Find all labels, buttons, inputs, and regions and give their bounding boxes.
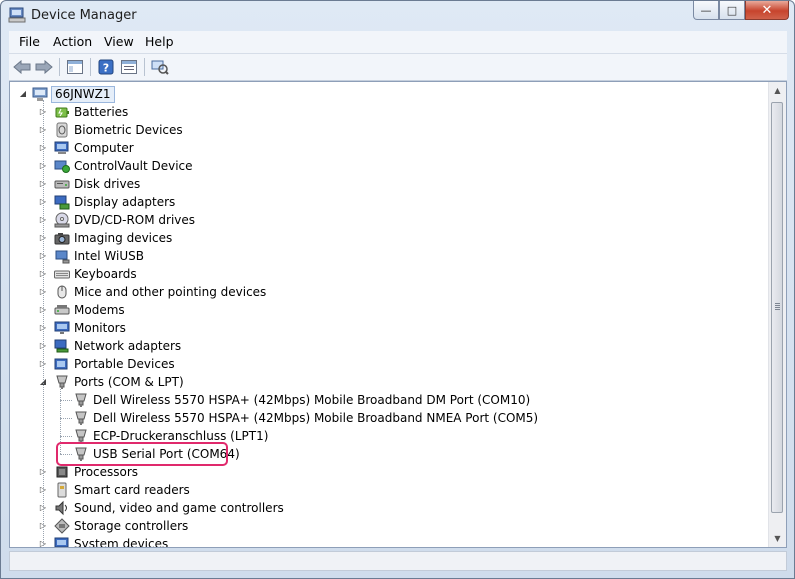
toolbar: ? [9, 54, 787, 81]
tree-category[interactable]: ▷ Display adapters [10, 193, 750, 211]
tree-category[interactable]: ▷ Disk drives [10, 175, 750, 193]
device-tree[interactable]: ◢ 66JNWZ1 ▷ Batteries ▷ Biometric Devices ▷ Com… [9, 81, 787, 548]
tree-category-label: Sound, video and game controllers [74, 501, 284, 515]
port-icon [73, 392, 89, 408]
tree-category-label: Network adapters [74, 339, 182, 353]
tree-category[interactable]: ▷ Computer [10, 139, 750, 157]
imaging-device-icon [54, 230, 70, 246]
tree-device-label: Dell Wireless 5570 HSPA+ (42Mbps) Mobile… [93, 411, 539, 425]
tree-category-label: Disk drives [74, 177, 141, 191]
scan-hardware-icon[interactable] [150, 57, 170, 77]
tree-category-label: Monitors [74, 321, 126, 335]
tree-root[interactable]: ◢ 66JNWZ1 [10, 85, 750, 103]
maximize-button[interactable]: □ [719, 1, 745, 20]
menu-file[interactable]: File [19, 34, 40, 49]
tree-category-label: Biometric Devices [74, 123, 183, 137]
tree-device[interactable]: Dell Wireless 5570 HSPA+ (42Mbps) Mobile… [10, 409, 750, 427]
tree-category-label: DVD/CD-ROM drives [74, 213, 196, 227]
computer-root-icon [32, 86, 48, 102]
tree-device[interactable]: Dell Wireless 5570 HSPA+ (42Mbps) Mobile… [10, 391, 750, 409]
tree-category[interactable]: ▷ Keyboards [10, 265, 750, 283]
processor-icon [54, 464, 70, 480]
port-icon [54, 374, 70, 390]
tree-category[interactable]: ▷ Intel WiUSB [10, 247, 750, 265]
tree-category[interactable]: ▷ Smart card readers [10, 481, 750, 499]
tree-category-label: ControlVault Device [74, 159, 193, 173]
tree-category[interactable]: ▷ Sound, video and game controllers [10, 499, 750, 517]
scroll-up-icon[interactable]: ▲ [769, 82, 786, 99]
menu-help[interactable]: Help [145, 34, 174, 49]
tree-category[interactable]: ▷ Network adapters [10, 337, 750, 355]
tree-category-label: Mice and other pointing devices [74, 285, 267, 299]
status-bar [9, 551, 787, 571]
tree-category-label: Batteries [74, 105, 129, 119]
biometric-icon [54, 122, 70, 138]
tree-category-label: Display adapters [74, 195, 176, 209]
display-adapter-icon [54, 194, 70, 210]
tree-category-label: Intel WiUSB [74, 249, 144, 263]
forward-arrow-icon[interactable] [34, 57, 54, 77]
scrollbar-thumb[interactable] [771, 102, 783, 513]
menu-bar: File Action View Help [9, 31, 787, 54]
close-button[interactable]: ✕ [745, 1, 789, 20]
tree-category[interactable]: ▷ Storage controllers [10, 517, 750, 535]
console-tree-icon[interactable] [65, 57, 85, 77]
tree-category[interactable]: ▷ ControlVault Device [10, 157, 750, 175]
tree-category[interactable]: ▷ Biometric Devices [10, 121, 750, 139]
portable-device-icon [54, 356, 70, 372]
computer-icon [54, 140, 70, 156]
device-manager-window: Device Manager — □ ✕ File Action View He… [0, 0, 795, 579]
tree-category-label: Smart card readers [74, 483, 190, 497]
network-adapter-icon [54, 338, 70, 354]
collapse-arrow-icon[interactable]: ◢ [18, 85, 28, 103]
scroll-down-icon[interactable]: ▼ [769, 530, 786, 547]
menu-action[interactable]: Action [53, 34, 92, 49]
tree-category[interactable]: ▷ Monitors [10, 319, 750, 337]
tree-category-label: System devices [74, 537, 169, 548]
tree-category[interactable]: ▷ Portable Devices [10, 355, 750, 373]
tree-category[interactable]: ▷ Batteries [10, 103, 750, 121]
controlvault-icon [54, 158, 70, 174]
tree-category-label: Modems [74, 303, 125, 317]
sound-icon [54, 500, 70, 516]
mouse-icon [54, 284, 70, 300]
smart-card-icon [54, 482, 70, 498]
battery-icon [54, 104, 70, 120]
device-manager-icon [8, 7, 26, 26]
disk-drive-icon [54, 176, 70, 192]
svg-text:?: ? [103, 62, 109, 75]
vertical-scrollbar[interactable]: ▲ ▼ [768, 82, 786, 547]
window-title: Device Manager [31, 8, 137, 23]
tree-category[interactable]: ▷ System devices [10, 535, 750, 548]
tree-category-label: Keyboards [74, 267, 137, 281]
system-device-icon [54, 536, 70, 547]
tree-root-label: 66JNWZ1 [51, 86, 115, 103]
tree-category-label: Computer [74, 141, 134, 155]
keyboard-icon [54, 266, 70, 282]
wiusb-icon [54, 248, 70, 264]
tree-category[interactable]: ▷ Modems [10, 301, 750, 319]
menu-view[interactable]: View [104, 34, 134, 49]
port-icon [73, 410, 89, 426]
tree-category-label: Portable Devices [74, 357, 175, 371]
highlight-box [56, 442, 228, 466]
dvd-drive-icon [54, 212, 70, 228]
back-arrow-icon[interactable] [12, 57, 32, 77]
tree-category-label: Ports (COM & LPT) [74, 375, 184, 389]
storage-controller-icon [54, 518, 70, 534]
tree-category[interactable]: ▷ Imaging devices [10, 229, 750, 247]
tree-device-label: Dell Wireless 5570 HSPA+ (42Mbps) Mobile… [93, 393, 531, 407]
title-bar[interactable]: Device Manager — □ ✕ [1, 1, 794, 31]
properties-icon[interactable] [119, 57, 139, 77]
tree-category[interactable]: ◢ Ports (COM & LPT) [10, 373, 750, 391]
modem-icon [54, 302, 70, 318]
tree-category-label: Storage controllers [74, 519, 189, 533]
monitor-icon [54, 320, 70, 336]
tree-category-label: Imaging devices [74, 231, 173, 245]
tree-category[interactable]: ▷ Mice and other pointing devices [10, 283, 750, 301]
help-icon[interactable]: ? [96, 57, 116, 77]
tree-category[interactable]: ▷ DVD/CD-ROM drives [10, 211, 750, 229]
minimize-button[interactable]: — [693, 1, 719, 20]
